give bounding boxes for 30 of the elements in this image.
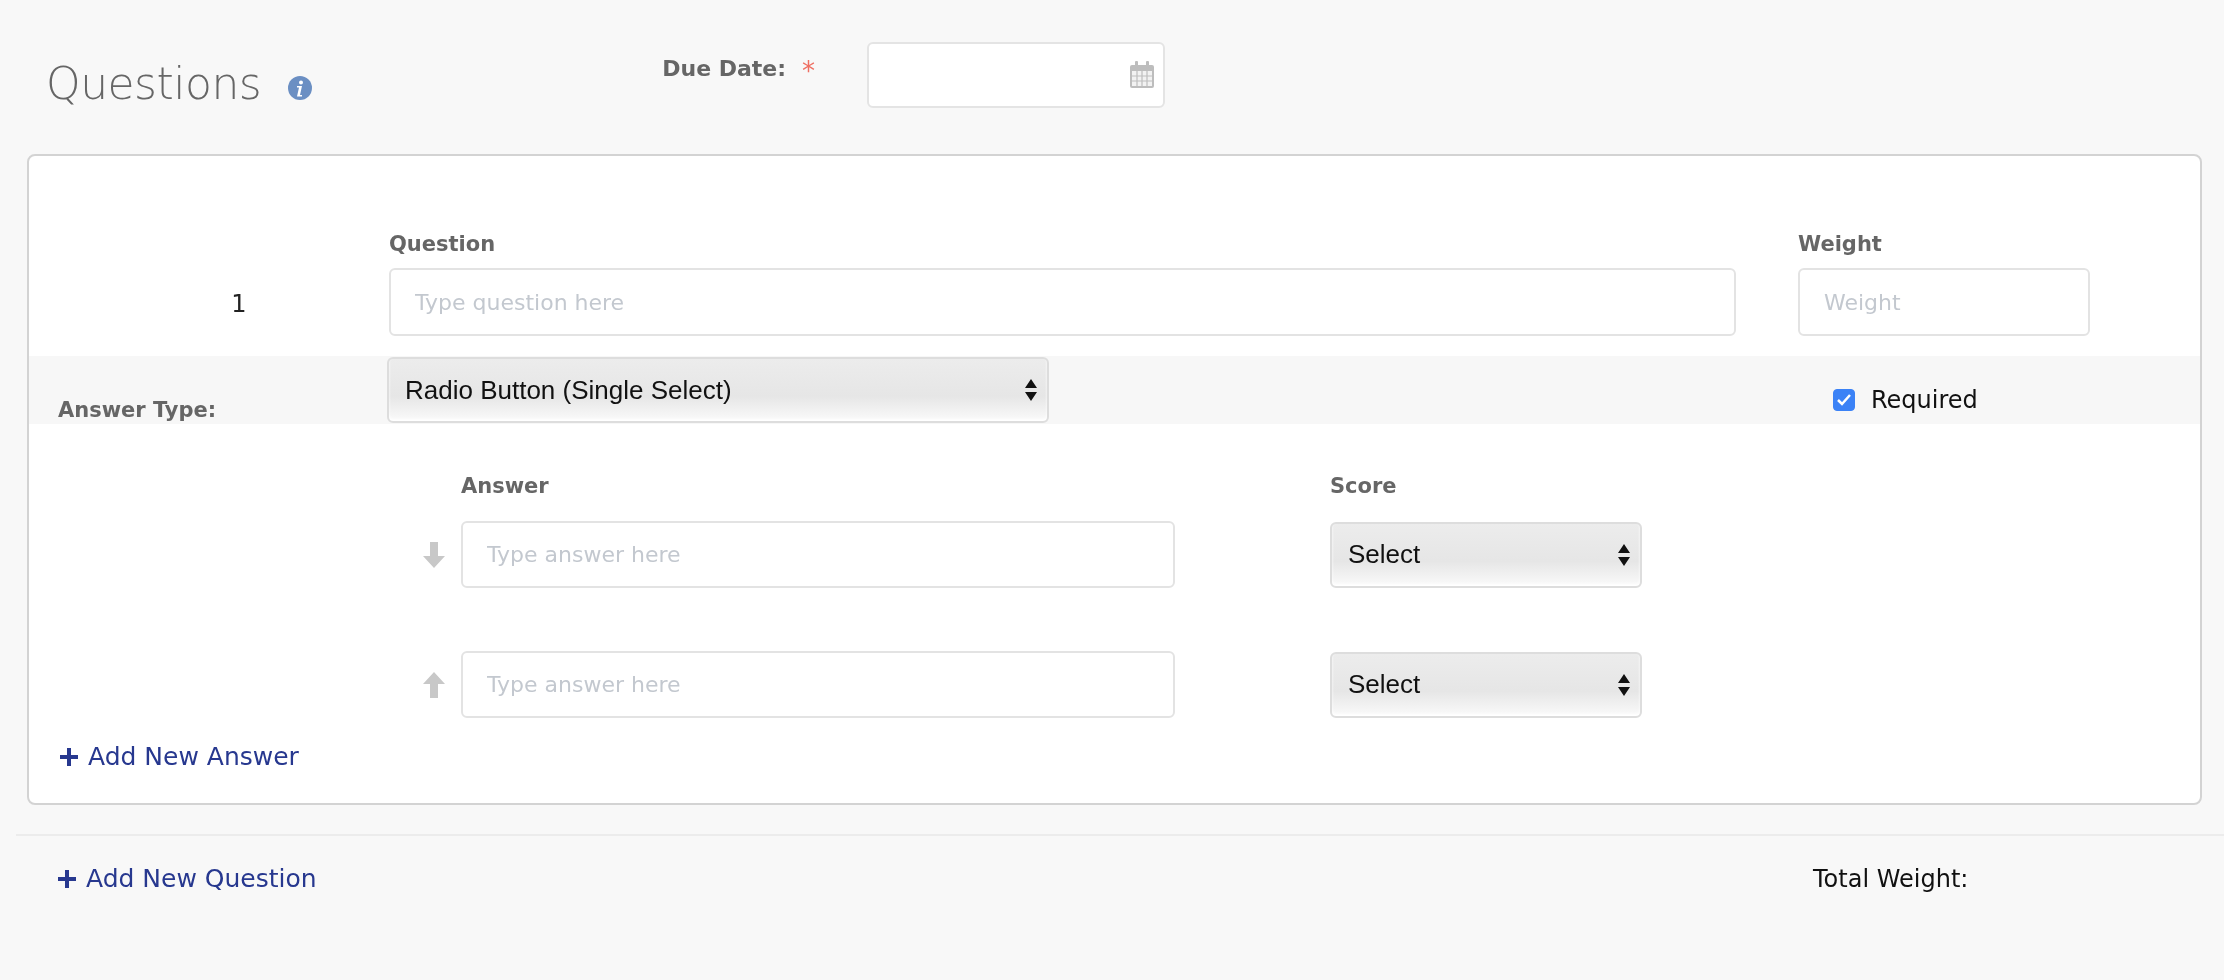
total-weight-label: Total Weight:: [1813, 864, 1970, 893]
weight-label: Weight: [1798, 232, 1883, 256]
plus-icon: [60, 747, 78, 766]
score-label: Score: [1330, 474, 1398, 498]
weight-input[interactable]: Weight: [1798, 268, 2090, 336]
due-date-label: Due Date:: [662, 56, 787, 81]
required-checkbox[interactable]: [1833, 389, 1855, 411]
add-answer-link[interactable]: Add New Answer: [60, 742, 299, 771]
score-select[interactable]: Select: [1330, 521, 1642, 588]
caret-icon: [1025, 379, 1037, 401]
date-field[interactable]: [867, 42, 1166, 108]
add-question-link[interactable]: Add New Question: [58, 864, 317, 893]
caret-icon: [1618, 543, 1630, 566]
question-number: 1: [231, 289, 247, 318]
plus-icon: [58, 869, 76, 888]
calendar-icon[interactable]: [1129, 61, 1156, 89]
page-title: Questions: [46, 58, 262, 109]
checkmark-icon: [1837, 394, 1851, 406]
question-input[interactable]: Type question here: [389, 268, 1736, 336]
required-asterisk: *: [802, 56, 816, 86]
answer-type-label: Answer Type:: [58, 397, 218, 422]
answer-input[interactable]: Type answer here: [461, 651, 1175, 718]
score-select[interactable]: Select: [1330, 651, 1642, 718]
required-label: Required: [1871, 386, 1978, 414]
answer-input[interactable]: Type answer here: [461, 521, 1175, 588]
info-icon[interactable]: [288, 76, 313, 100]
caret-icon: [1618, 673, 1630, 696]
answer-label: Answer: [461, 474, 550, 498]
question-label: Question: [389, 232, 497, 256]
answer-type-select[interactable]: Radio Button (Single Select): [387, 357, 1049, 423]
